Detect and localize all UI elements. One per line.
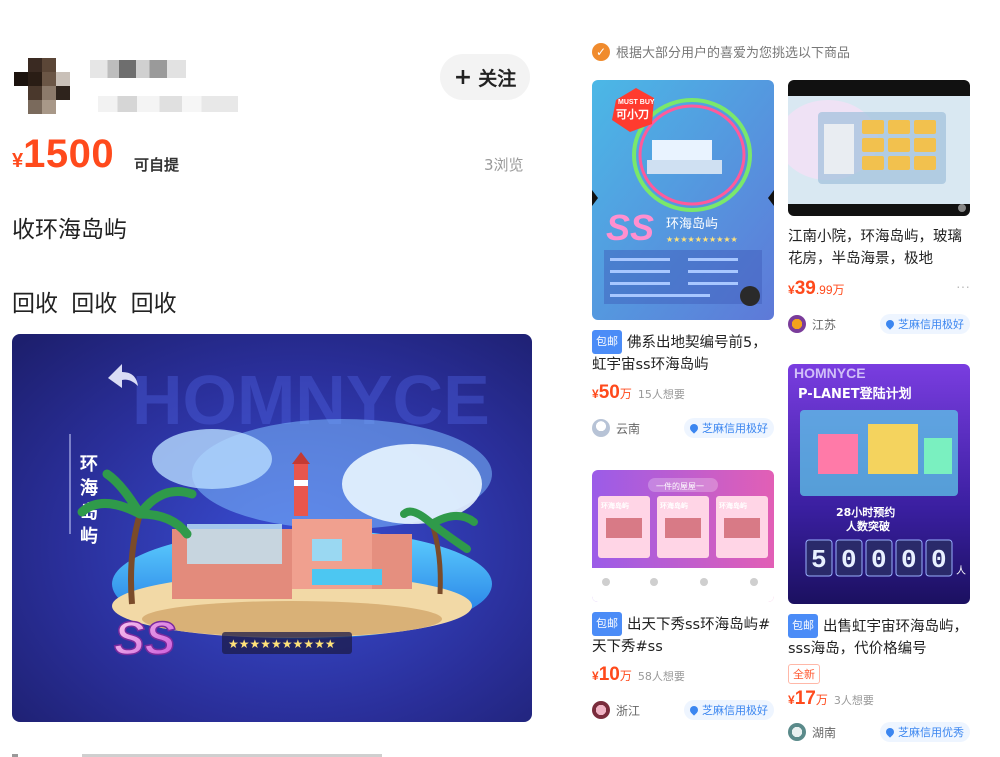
credit-badge: 芝麻信用极好: [880, 314, 970, 334]
svg-text:0: 0: [901, 545, 917, 575]
seller-avatar[interactable]: [14, 58, 70, 114]
product-title[interactable]: 包邮 出天下秀ss环海岛屿#天下秀#ss: [592, 612, 774, 656]
svg-text:0: 0: [841, 545, 857, 575]
view-count: 3浏览: [484, 156, 524, 174]
product-title-text: 江南小院，环海岛屿，玻璃花房，半岛海景，极地: [788, 229, 962, 267]
credit-drop-icon: [884, 318, 896, 330]
pickup-label: 可自提: [134, 156, 180, 174]
product-card[interactable]: HOMNYCE P-LANET登陆计划 28小时预约 人数突破 5 0 0 0 …: [788, 364, 970, 742]
credit-badge: 芝麻信用极好: [684, 700, 774, 720]
seller-meta: 江苏 芝麻信用极好: [788, 314, 970, 334]
product-price: ¥17万 3人想要: [788, 688, 874, 709]
want-count: 58人想要: [637, 670, 685, 683]
seller-name-blurred: [90, 60, 186, 78]
check-icon: ✓: [592, 42, 610, 61]
seller-avatar-small[interactable]: [592, 701, 610, 719]
credit-drop-icon: [688, 704, 700, 716]
seller-location: 浙江: [616, 703, 641, 718]
new-tag: 全新: [788, 664, 820, 684]
seller-location: 江苏: [812, 317, 837, 332]
recommend-pane: ✓ 根据大部分用户的喜爱为您挑选以下商品 MUST BUY 可小刀 SS 环海岛…: [582, 0, 1000, 757]
more-icon[interactable]: ···: [956, 278, 970, 294]
svg-text:人: 人: [956, 565, 966, 577]
product-title[interactable]: 包邮 佛系出地契编号前5，虹宇宙ss环海岛屿: [592, 330, 774, 374]
seller-meta: 浙江 芝麻信用极好: [592, 700, 774, 720]
product-price: ¥50万 15人想要: [592, 382, 685, 403]
free-shipping-badge: 包邮: [788, 614, 818, 638]
listing-hero-image[interactable]: HOMNYCE 环海岛屿 SS ★★★★★★★★★★: [12, 334, 532, 722]
svg-text:环海岛屿: 环海岛屿: [660, 501, 688, 510]
card4-img-top: HOMNYCE: [794, 365, 866, 381]
credit-drop-icon: [884, 726, 896, 738]
card1-img-logo: 可小刀: [616, 107, 649, 121]
seller-location: 云南: [616, 421, 641, 436]
hero-rank-text: SS: [114, 612, 176, 664]
product-title[interactable]: 江南小院，环海岛屿，玻璃花房，半岛海景，极地: [788, 226, 970, 270]
seller-avatar-small[interactable]: [592, 419, 610, 437]
free-shipping-badge: 包邮: [592, 612, 622, 636]
card4-img-headline: P-LANET登陆计划: [798, 386, 912, 402]
hero-stars: ★★★★★★★★★★: [228, 637, 336, 651]
svg-text:★★★★★★★★★★: ★★★★★★★★★★: [666, 235, 738, 244]
plus-icon: +: [453, 64, 473, 90]
svg-text:环海岛屿: 环海岛屿: [601, 501, 629, 510]
seller-info-blurred: [98, 96, 238, 112]
card4-img-sub1: 28小时预约: [836, 505, 895, 519]
card1-img-name: 环海岛屿: [666, 216, 718, 232]
listing-price: ¥1500: [12, 132, 114, 177]
credit-badge: 芝麻信用极好: [684, 418, 774, 438]
product-image[interactable]: 一件的屋屋一 环海岛屿 环海岛屿 环海岛屿: [592, 470, 774, 602]
product-card[interactable]: MUST BUY 可小刀 SS 环海岛屿 ★★★★★★★★★★ 包邮 佛系出地契编…: [592, 80, 774, 438]
want-count: 15人想要: [637, 388, 685, 401]
product-card[interactable]: 江南小院，环海岛屿，玻璃花房，半岛海景，极地 ¥39.99万 ··· 江苏 芝麻信…: [788, 80, 970, 334]
card3-img-banner: 一件的屋屋一: [656, 481, 704, 491]
seller-location: 湖南: [812, 725, 837, 740]
card4-img-sub2: 人数突破: [846, 519, 890, 533]
follow-label: 关注: [478, 67, 517, 90]
recommend-heading-text: 根据大部分用户的喜爱为您挑选以下商品: [616, 46, 851, 61]
seller-avatar-small[interactable]: [788, 315, 806, 333]
want-count: 3人想要: [833, 694, 874, 707]
listing-pane: + 关注 ¥1500 可自提 3浏览 收环海岛屿 回收 回收 回收 HOMNYC…: [0, 0, 560, 757]
svg-text:5: 5: [811, 545, 827, 575]
product-title[interactable]: 包邮 出售虹宇宙环海岛屿，sss海岛，代价格编号: [788, 614, 970, 658]
svg-text:0: 0: [931, 545, 947, 575]
seller-meta: 湖南 芝麻信用优秀: [788, 722, 970, 742]
follow-button[interactable]: + 关注: [440, 54, 530, 100]
listing-description: 回收 回收 回收: [12, 291, 177, 317]
product-image[interactable]: HOMNYCE P-LANET登陆计划 28小时预约 人数突破 5 0 0 0 …: [788, 364, 970, 604]
recommend-heading: ✓ 根据大部分用户的喜爱为您挑选以下商品: [592, 42, 850, 61]
credit-badge: 芝麻信用优秀: [880, 722, 970, 742]
svg-text:环海岛屿: 环海岛屿: [719, 501, 747, 510]
cut-off-text: [12, 748, 432, 757]
seller-avatar-small[interactable]: [788, 723, 806, 741]
product-card[interactable]: 一件的屋屋一 环海岛屿 环海岛屿 环海岛屿 包邮 出天下秀ss环海岛屿#天下秀#s…: [592, 470, 774, 720]
card1-img-banner: MUST BUY: [618, 99, 655, 106]
card1-img-rank: SS: [606, 207, 654, 248]
product-image[interactable]: [788, 80, 970, 216]
product-price: ¥10万 58人想要: [592, 664, 685, 685]
seller-meta: 云南 芝麻信用极好: [592, 418, 774, 438]
price-currency: ¥: [12, 150, 24, 172]
price-value: 1500: [23, 132, 115, 176]
product-price: ¥39.99万 ···: [788, 278, 970, 299]
listing-title: 收环海岛屿: [12, 217, 127, 243]
free-shipping-badge: 包邮: [592, 330, 622, 354]
product-image[interactable]: MUST BUY 可小刀 SS 环海岛屿 ★★★★★★★★★★: [592, 80, 774, 320]
credit-drop-icon: [688, 422, 700, 434]
svg-text:0: 0: [871, 545, 887, 575]
